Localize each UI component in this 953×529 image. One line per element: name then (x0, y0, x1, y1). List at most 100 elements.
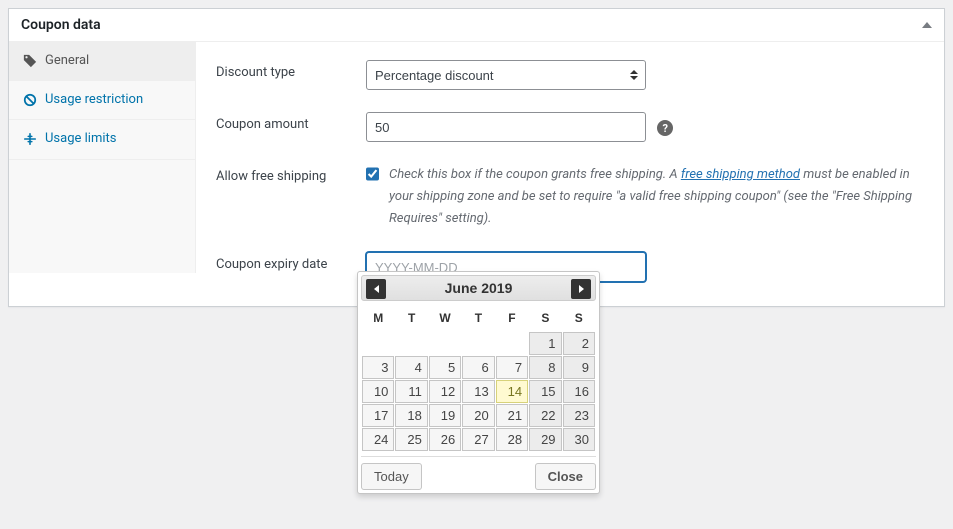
discount-type-select[interactable]: Percentage discount (366, 60, 646, 90)
datepicker-day-header: W (429, 305, 461, 331)
datepicker-day[interactable]: 15 (529, 380, 561, 403)
datepicker-blank-cell (395, 332, 427, 355)
datepicker-day-header: F (496, 305, 528, 331)
tab-usage-limits[interactable]: Usage limits (9, 120, 195, 159)
datepicker-day-cell: 4 (395, 356, 427, 379)
datepicker-day-cell: 5 (429, 356, 461, 379)
datepicker-day-header: T (395, 305, 427, 331)
datepicker-day[interactable]: 8 (529, 356, 561, 379)
datepicker-day[interactable]: 2 (563, 332, 595, 355)
datepicker-day[interactable]: 27 (462, 428, 494, 451)
datepicker-day-cell: 13 (462, 380, 494, 403)
tab-label: Usage restriction (45, 91, 143, 109)
panel-body: General Usage restriction Usage limits D… (9, 42, 944, 306)
datepicker-week: 3456789 (362, 356, 595, 379)
datepicker-week: 12 (362, 332, 595, 355)
datepicker-day[interactable]: 18 (395, 404, 427, 427)
datepicker-day[interactable]: 24 (362, 428, 394, 451)
datepicker-day-headers: MTWTFSS (362, 305, 595, 331)
datepicker-day-cell: 21 (496, 404, 528, 427)
datepicker-day-cell: 29 (529, 428, 561, 451)
datepicker-day-cell: 3 (362, 356, 394, 379)
coupon-amount-input[interactable] (366, 112, 646, 142)
datepicker-day[interactable]: 30 (563, 428, 595, 451)
datepicker-calendar: MTWTFSS 12345678910111213141516171819202… (361, 304, 596, 452)
datepicker-day[interactable]: 6 (462, 356, 494, 379)
datepicker-day-cell: 18 (395, 404, 427, 427)
free-shipping-description: Check this box if the coupon grants free… (389, 164, 924, 230)
datepicker-day-header: M (362, 305, 394, 331)
datepicker-day-cell: 30 (563, 428, 595, 451)
datepicker-week: 17181920212223 (362, 404, 595, 427)
panel-title: Coupon data (21, 17, 101, 33)
datepicker-day[interactable]: 19 (429, 404, 461, 427)
datepicker-footer: Today Close (361, 456, 596, 490)
datepicker-day[interactable]: 14 (496, 380, 528, 403)
datepicker-next-button[interactable] (571, 279, 591, 299)
datepicker-day[interactable]: 3 (362, 356, 394, 379)
coupon-data-panel: Coupon data General Usage restriction (8, 8, 945, 307)
tab-usage-restriction[interactable]: Usage restriction (9, 81, 195, 120)
datepicker-day-cell: 2 (563, 332, 595, 355)
datepicker-day-cell: 14 (496, 380, 528, 403)
datepicker-day-cell: 20 (462, 404, 494, 427)
datepicker-day[interactable]: 26 (429, 428, 461, 451)
datepicker-day[interactable]: 5 (429, 356, 461, 379)
datepicker-day[interactable]: 11 (395, 380, 427, 403)
free-shipping-link[interactable]: free shipping method (681, 167, 800, 182)
datepicker-day[interactable]: 22 (529, 404, 561, 427)
datepicker-day-cell: 22 (529, 404, 561, 427)
datepicker-day-cell: 7 (496, 356, 528, 379)
datepicker-day[interactable]: 7 (496, 356, 528, 379)
datepicker-day-cell: 8 (529, 356, 561, 379)
datepicker: June 2019 MTWTFSS 1234567891011121314151… (357, 271, 600, 494)
chevron-left-icon (374, 285, 379, 293)
datepicker-day-cell: 6 (462, 356, 494, 379)
tag-icon (21, 54, 39, 68)
datepicker-day-cell: 11 (395, 380, 427, 403)
collapse-icon[interactable] (922, 22, 932, 28)
datepicker-day-cell: 27 (462, 428, 494, 451)
datepicker-day[interactable]: 25 (395, 428, 427, 451)
row-discount-type: Discount type Percentage discount (216, 60, 924, 90)
datepicker-day[interactable]: 28 (496, 428, 528, 451)
datepicker-prev-button[interactable] (366, 279, 386, 299)
free-shipping-text-pre: Check this box if the coupon grants free… (389, 167, 681, 182)
datepicker-day-cell: 24 (362, 428, 394, 451)
tab-general[interactable]: General (9, 42, 195, 81)
datepicker-day-cell: 23 (563, 404, 595, 427)
datepicker-day[interactable]: 4 (395, 356, 427, 379)
datepicker-day-cell: 19 (429, 404, 461, 427)
datepicker-day[interactable]: 21 (496, 404, 528, 427)
tab-label: General (45, 52, 89, 70)
datepicker-blank-cell (362, 332, 394, 355)
free-shipping-checkbox[interactable] (366, 166, 379, 182)
datepicker-day[interactable]: 9 (563, 356, 595, 379)
datepicker-day-cell: 1 (529, 332, 561, 355)
datepicker-day[interactable]: 13 (462, 380, 494, 403)
datepicker-day[interactable]: 1 (529, 332, 561, 355)
label-free-shipping: Allow free shipping (216, 164, 366, 184)
datepicker-day-cell: 9 (563, 356, 595, 379)
datepicker-header: June 2019 (361, 275, 596, 301)
datepicker-day[interactable]: 16 (563, 380, 595, 403)
datepicker-day[interactable]: 17 (362, 404, 394, 427)
datepicker-blank-cell (462, 332, 494, 355)
datepicker-day[interactable]: 20 (462, 404, 494, 427)
datepicker-day-cell: 28 (496, 428, 528, 451)
datepicker-day[interactable]: 10 (362, 380, 394, 403)
datepicker-day[interactable]: 12 (429, 380, 461, 403)
panel-header: Coupon data (9, 9, 944, 42)
datepicker-blank-cell (429, 332, 461, 355)
help-icon[interactable]: ? (657, 120, 673, 136)
ban-icon (21, 93, 39, 107)
datepicker-day[interactable]: 29 (529, 428, 561, 451)
datepicker-today-button[interactable]: Today (361, 463, 422, 490)
datepicker-day[interactable]: 23 (563, 404, 595, 427)
datepicker-day-cell: 12 (429, 380, 461, 403)
chevron-right-icon (579, 285, 584, 293)
label-expiry: Coupon expiry date (216, 252, 366, 272)
datepicker-day-header: T (462, 305, 494, 331)
datepicker-day-cell: 25 (395, 428, 427, 451)
datepicker-close-button[interactable]: Close (535, 463, 596, 490)
